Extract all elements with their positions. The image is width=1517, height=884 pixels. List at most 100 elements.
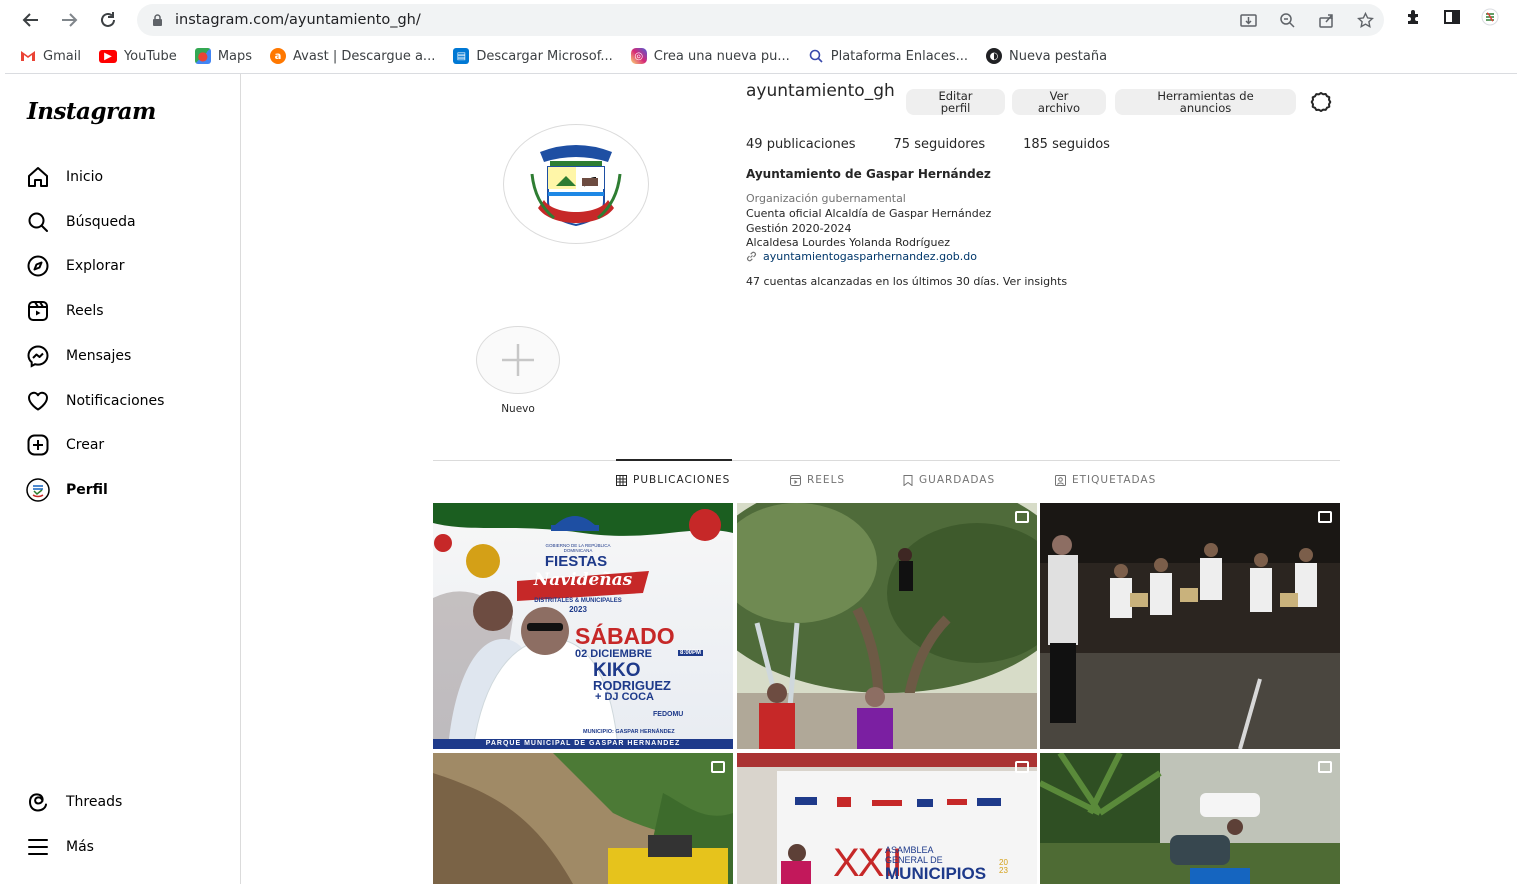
municipal-seal-icon — [530, 145, 622, 227]
ad-tools-label: Herramientas de anuncios — [1157, 89, 1254, 115]
post-asamblea[interactable]: XXII ASAMBLEA GENERAL DE MUNICIPIOS 20 2… — [737, 753, 1037, 884]
sidebar-item-notificaciones[interactable]: Notificaciones — [26, 386, 164, 416]
forward-button[interactable] — [50, 1, 88, 39]
orchestra-photo — [1040, 503, 1340, 749]
bookmark-instagram[interactable]: ◎ Crea una nueva pu... — [630, 48, 790, 64]
post-jardin[interactable] — [1040, 753, 1340, 884]
view-insights-link[interactable]: Ver insights — [1003, 275, 1067, 288]
flyer-fiestas: FIESTAS — [544, 553, 608, 570]
bookmark-gmail[interactable]: Gmail — [20, 48, 81, 64]
address-bar[interactable]: instagram.com/ayuntamiento_gh/ — [137, 4, 1384, 36]
compass-icon — [27, 255, 49, 277]
install-icon[interactable] — [1240, 12, 1257, 29]
reload-button[interactable] — [89, 1, 127, 39]
new-highlight-label: Nuevo — [501, 403, 535, 415]
sidebar-item-label: Perfil — [66, 482, 108, 498]
browser-toolbar: instagram.com/ayuntamiento_gh/ — [0, 0, 1517, 40]
profile-website[interactable]: ayuntamientogasparhernandez.gob.do — [746, 250, 977, 263]
settings-gear-icon[interactable] — [1309, 90, 1333, 114]
multi-photo-icon — [1015, 511, 1029, 523]
profile-stats: 49 publicaciones 75 seguidores 185 segui… — [746, 137, 1110, 152]
view-archive-button[interactable]: Ver archivo — [1012, 89, 1106, 115]
bookmark-label: Avast | Descargue a... — [293, 48, 436, 64]
followers-count[interactable]: 75 seguidores — [894, 137, 986, 152]
sidebar-item-crear[interactable]: Crear — [26, 430, 104, 460]
extensions-icon[interactable] — [1405, 8, 1423, 26]
sidebar-item-inicio[interactable]: Inicio — [26, 162, 103, 192]
sidebar-item-label: Reels — [66, 303, 104, 319]
maps-icon: ● — [194, 48, 211, 64]
flyer-day: SÁBADO — [575, 623, 675, 649]
post-excavadora[interactable] — [433, 753, 733, 884]
posts-label: publicaciones — [766, 137, 856, 152]
sidebar-item-busqueda[interactable]: Búsqueda — [26, 207, 136, 237]
assembly-year: 20 23 — [999, 858, 1008, 875]
tree-photo — [737, 503, 1037, 749]
bookmark-label: Descargar Microsof... — [476, 48, 613, 64]
post-orquesta[interactable] — [1040, 503, 1340, 749]
tab-label: PUBLICACIONES — [633, 474, 731, 486]
bio-line: Gestión 2020-2024 — [746, 221, 852, 235]
flyer-subtitle: DISTRITALES & MUNICIPALES — [534, 598, 622, 604]
messenger-icon — [27, 345, 49, 368]
edit-profile-button[interactable]: Editar perfil — [906, 89, 1005, 115]
profile-avatar[interactable] — [503, 124, 649, 244]
tab-guardadas[interactable]: GUARDADAS — [903, 474, 995, 486]
microsoft-icon: ▤ — [453, 48, 470, 64]
following-count[interactable]: 185 seguidos — [1023, 137, 1110, 152]
flyer-date: 02 DICIEMBRE — [575, 648, 653, 660]
post-arbol-decoracion[interactable] — [737, 503, 1037, 749]
bookmark-youtube[interactable]: ▶ YouTube — [98, 49, 177, 64]
sidebar: Instagram Inicio Búsqueda Explorar Reels… — [0, 74, 241, 884]
sidebar-item-explorar[interactable]: Explorar — [26, 251, 125, 281]
flyer-gov-text: GOBIERNO DE LA REPÚBLICA DOMINICANA — [545, 543, 611, 553]
side-panel-icon[interactable] — [1443, 8, 1461, 26]
bookmark-star-icon[interactable] — [1357, 11, 1374, 29]
multi-photo-icon — [1318, 761, 1332, 773]
zoom-icon[interactable] — [1279, 12, 1296, 29]
avatar — [26, 478, 50, 502]
view-archive-label: Ver archivo — [1037, 89, 1081, 115]
bookmark-microsoft[interactable]: ▤ Descargar Microsof... — [453, 48, 613, 64]
new-highlight-button[interactable] — [476, 326, 560, 394]
bookmark-label: Gmail — [43, 48, 81, 64]
multi-photo-icon — [1318, 511, 1332, 523]
bookmark-avast[interactable]: a Avast | Descargue a... — [270, 48, 435, 64]
reels-icon — [790, 474, 801, 486]
sidebar-item-reels[interactable]: Reels — [26, 296, 104, 326]
lock-icon — [151, 13, 163, 27]
youtube-icon: ▶ — [98, 49, 117, 63]
posts-count: 49 publicaciones — [746, 137, 856, 152]
ad-tools-button[interactable]: Herramientas de anuncios — [1115, 89, 1296, 115]
profile-username: ayuntamiento_gh — [746, 81, 895, 101]
flyer-org: FEDOMU — [653, 711, 684, 718]
profile-icon[interactable] — [1481, 8, 1499, 26]
url-text[interactable]: instagram.com/ayuntamiento_gh/ — [175, 12, 421, 28]
tab-reels[interactable]: REELS — [790, 474, 845, 486]
tab-publicaciones[interactable]: PUBLICACIONES — [616, 474, 730, 486]
avast-icon: a — [270, 48, 287, 64]
tab-label: ETIQUETADAS — [1072, 474, 1157, 486]
sidebar-item-threads[interactable]: Threads — [26, 787, 122, 817]
share-icon[interactable] — [1318, 12, 1335, 29]
bookmark-plataforma[interactable]: Plataforma Enlaces... — [808, 48, 968, 64]
flyer-municipio: MUNICIPIO: GASPAR HERNÁNDEZ — [583, 729, 675, 735]
bookmark-maps[interactable]: ● Maps — [194, 48, 252, 64]
post-fiestas-navidenas[interactable]: GOBIERNO DE LA REPÚBLICA DOMINICANA FIES… — [433, 503, 733, 749]
tag-icon — [1055, 474, 1066, 486]
excavator-photo — [433, 753, 733, 884]
plus-square-icon — [27, 434, 49, 456]
sidebar-item-perfil[interactable]: Perfil — [26, 475, 108, 505]
assembly-line1: ASAMBLEA — [885, 845, 934, 855]
back-button[interactable] — [12, 1, 50, 39]
sidebar-item-mas[interactable]: Más — [26, 832, 94, 862]
tab-etiquetadas[interactable]: ETIQUETADAS — [1055, 474, 1156, 486]
sidebar-item-mensajes[interactable]: Mensajes — [26, 341, 131, 371]
flyer-navidenas: Navideñas — [533, 570, 633, 590]
search-icon — [808, 48, 824, 64]
bookmark-nueva-pestana[interactable]: ◐ Nueva pestaña — [986, 48, 1107, 64]
gmail-icon — [20, 48, 36, 64]
bookmark-label: Nueva pestaña — [1009, 48, 1108, 64]
instagram-logo[interactable]: Instagram — [27, 98, 156, 125]
garden-photo — [1040, 753, 1340, 884]
